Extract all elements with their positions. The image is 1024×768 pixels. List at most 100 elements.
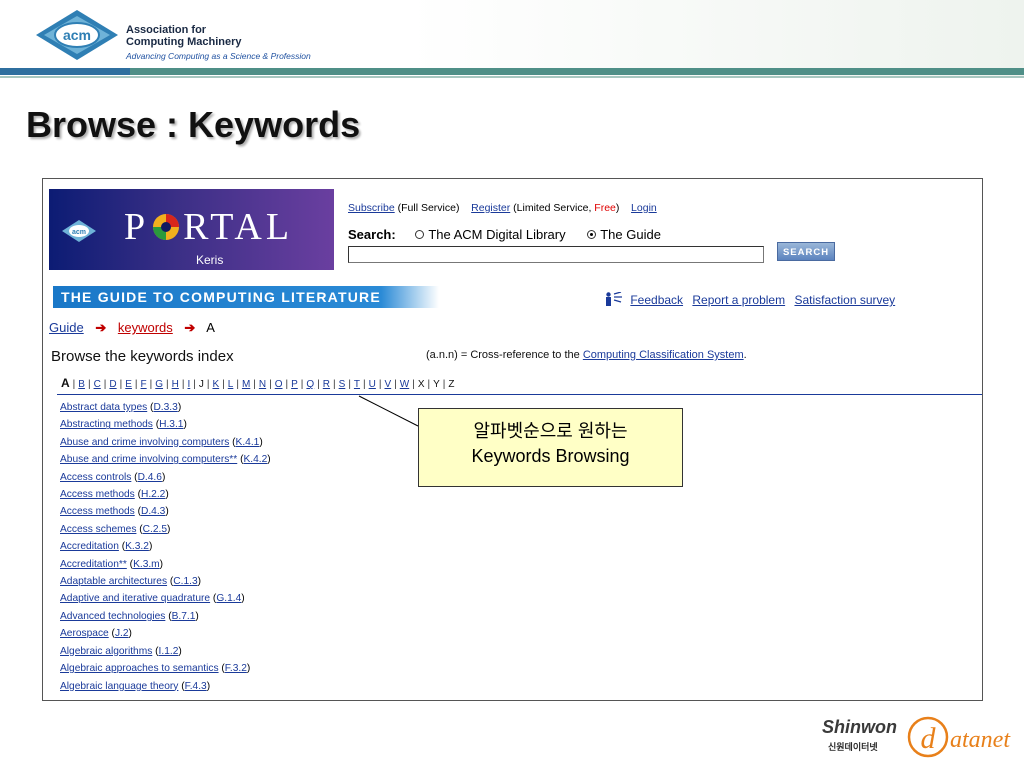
alphabet-letter-z: Z (448, 379, 455, 390)
keyword-link[interactable]: Access controls (60, 472, 131, 483)
alphabet-letter-r[interactable]: R (323, 379, 330, 390)
alphabet-separator: | (300, 379, 304, 390)
keyword-link[interactable]: Adaptive and iterative quadrature (60, 593, 210, 604)
keyword-link[interactable]: Abuse and crime involving computers (60, 437, 229, 448)
alphabet-letter-x: X (417, 379, 425, 390)
ccs-code-link[interactable]: G.1.4 (216, 593, 241, 604)
register-link[interactable]: Register (471, 202, 510, 214)
keyword-link[interactable]: Accreditation (60, 541, 119, 552)
radio-the-guide-button[interactable] (587, 230, 597, 240)
ccs-code-link[interactable]: K.4.2 (243, 454, 267, 465)
guide-banner: THE GUIDE TO COMPUTING LITERATURE (53, 286, 439, 308)
search-input[interactable] (348, 246, 764, 263)
subscribe-link[interactable]: Subscribe (348, 202, 395, 214)
alphabet-letter-s[interactable]: S (339, 379, 346, 390)
keyword-link[interactable]: Abuse and crime involving computers** (60, 454, 237, 465)
alphabet-letter-c[interactable]: C (94, 379, 101, 390)
keyword-link[interactable]: Algebraic algorithms (60, 646, 152, 657)
portal-letters-rtal: RTAL (183, 206, 294, 248)
breadcrumb-guide[interactable]: Guide (49, 320, 84, 335)
breadcrumb-arrow-icon: ➔ (95, 320, 107, 335)
ccs-code-link[interactable]: J.2 (115, 628, 129, 639)
ccs-code-link[interactable]: K.3.m (133, 559, 160, 570)
feedback-links: Feedback Report a problem Satisfaction s… (605, 292, 901, 307)
ccs-code-link[interactable]: B.7.1 (172, 611, 196, 622)
keyword-link[interactable]: Accreditation** (60, 559, 127, 570)
ccs-code-link[interactable]: D.4.3 (141, 506, 165, 517)
keyword-row: Abuse and crime involving computers** (K… (60, 454, 271, 466)
keyword-row: Advanced technologies (B.7.1) (60, 610, 199, 622)
keyword-link[interactable]: Access methods (60, 506, 135, 517)
alphabet-separator: | (442, 379, 446, 390)
ccs-code-link[interactable]: F.3.2 (225, 663, 247, 674)
alphabet-letter-t[interactable]: T (354, 379, 360, 390)
ccs-code-link[interactable]: H.2.2 (141, 489, 165, 500)
ccs-code-link[interactable]: K.4.1 (236, 437, 260, 448)
alphabet-letter-w[interactable]: W (400, 379, 409, 390)
alphabet-letter-o[interactable]: O (275, 379, 283, 390)
ccs-code-link[interactable]: C.2.5 (143, 524, 167, 535)
alphabet-letter-g[interactable]: G (155, 379, 163, 390)
alphabet-letter-f[interactable]: F (141, 379, 147, 390)
alphabet-letter-i[interactable]: I (187, 379, 190, 390)
alphabet-letter-p[interactable]: P (291, 379, 298, 390)
login-link[interactable]: Login (631, 202, 657, 214)
alphabet-letter-v[interactable]: V (384, 379, 391, 390)
keyword-row: Algebraic language theory (F.4.3) (60, 680, 211, 692)
register-note-pre: (Limited Service, (513, 202, 595, 214)
alphabet-letter-j: J (198, 379, 204, 390)
ccs-code-link[interactable]: F.4.3 (185, 681, 207, 692)
keyword-link[interactable]: Algebraic approaches to semantics (60, 663, 219, 674)
ccs-code-link[interactable]: K.3.2 (125, 541, 149, 552)
alphabet-nav: A | B | C | D | E | F | G | H | I | J | K | L | M | N | O | P | Q | R | S | T |… (61, 376, 455, 390)
keyword-link[interactable]: Abstracting methods (60, 419, 153, 430)
satisfaction-survey-link[interactable]: Satisfaction survey (794, 293, 895, 307)
keyword-link[interactable]: Access methods (60, 489, 135, 500)
ccs-link[interactable]: Computing Classification System (583, 349, 744, 361)
account-links: Subscribe (Full Service) Register (Limit… (348, 202, 657, 214)
keyword-row: Accreditation** (K.3.m) (60, 558, 164, 570)
alphabet-letter-b[interactable]: B (78, 379, 85, 390)
at-sign-icon: d (907, 716, 949, 758)
radio-acm-library-button[interactable] (415, 230, 425, 240)
alphabet-letter-u[interactable]: U (369, 379, 376, 390)
alphabet-letter-d[interactable]: D (109, 379, 116, 390)
keyword-row: Access methods (H.2.2) (60, 489, 169, 501)
alphabet-letter-l[interactable]: L (228, 379, 234, 390)
alphabet-letter-h[interactable]: H (172, 379, 179, 390)
alphabet-separator: | (285, 379, 289, 390)
report-problem-link[interactable]: Report a problem (692, 293, 785, 307)
header-rule (0, 68, 1024, 75)
radio-acm-library[interactable]: The ACM Digital Library (415, 227, 566, 242)
alphabet-letter-n[interactable]: N (259, 379, 266, 390)
ccs-code-link[interactable]: D.4.6 (138, 472, 162, 483)
radio-the-guide[interactable]: The Guide (587, 227, 661, 242)
portal-letter-p: P (124, 206, 150, 248)
keyword-row: Abstract data types (D.3.3) (60, 402, 182, 413)
keyword-link[interactable]: Algebraic language theory (60, 681, 178, 692)
alphabet-letter-y: Y (433, 379, 440, 390)
breadcrumb-keywords[interactable]: keywords (118, 320, 173, 335)
alphabet-separator: | (181, 379, 185, 390)
breadcrumb-current: A (206, 320, 215, 335)
alphabet-letter-q[interactable]: Q (306, 379, 314, 390)
ccs-code-link[interactable]: C.1.3 (173, 576, 197, 587)
acm-wordmark: Association for Computing Machinery Adva… (126, 24, 311, 62)
keyword-link[interactable]: Aerospace (60, 628, 109, 639)
keyword-link[interactable]: Abstract data types (60, 402, 147, 413)
ccs-code-link[interactable]: D.3.3 (153, 402, 177, 413)
alphabet-letter-m[interactable]: M (242, 379, 250, 390)
keyword-link[interactable]: Advanced technologies (60, 611, 165, 622)
keyword-link[interactable]: Adaptable architectures (60, 576, 167, 587)
feedback-link[interactable]: Feedback (630, 293, 683, 307)
search-button[interactable]: SEARCH (777, 242, 835, 261)
callout-line2: Keywords Browsing (471, 446, 630, 466)
keyword-link[interactable]: Access schemes (60, 524, 136, 535)
alphabet-separator: | (134, 379, 138, 390)
alphabet-letter-k[interactable]: K (212, 379, 219, 390)
alphabet-letter-e[interactable]: E (125, 379, 132, 390)
ccs-code-link[interactable]: H.3.1 (159, 419, 183, 430)
search-scope: Search: The ACM Digital Library The Guid… (348, 227, 679, 242)
keyword-row: Access controls (D.4.6) (60, 471, 166, 483)
ccs-code-link[interactable]: I.1.2 (159, 646, 179, 657)
